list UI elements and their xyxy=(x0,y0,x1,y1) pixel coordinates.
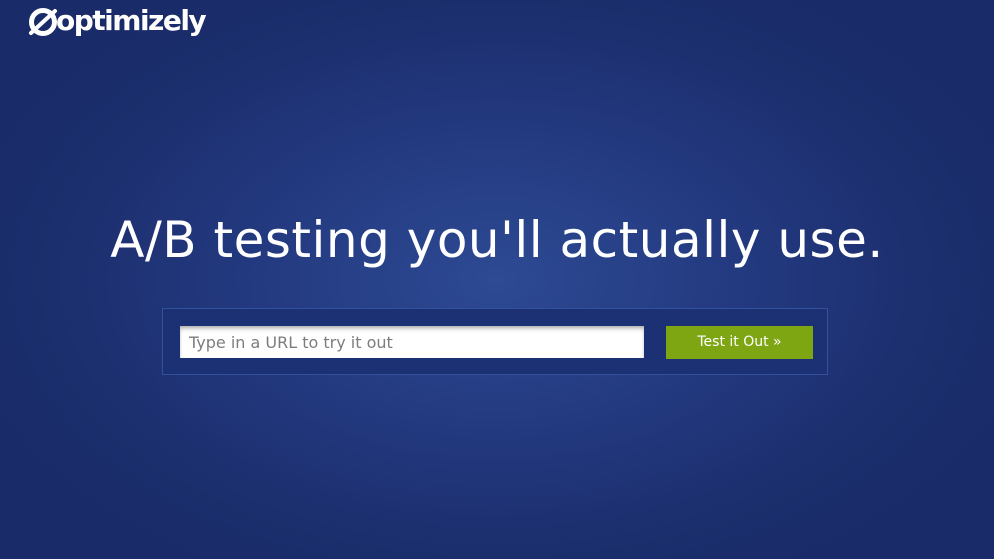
hero-headline: A/B testing you'll actually use. xyxy=(110,211,884,269)
optimizely-o-logo-icon xyxy=(29,8,57,36)
test-it-out-button[interactable]: Test it Out » xyxy=(666,326,813,359)
logo-wordmark: optimizely xyxy=(56,4,207,37)
url-input[interactable] xyxy=(180,326,644,358)
optimizely-logo[interactable]: optimizely xyxy=(28,3,207,39)
url-test-panel: Test it Out » xyxy=(162,308,828,375)
